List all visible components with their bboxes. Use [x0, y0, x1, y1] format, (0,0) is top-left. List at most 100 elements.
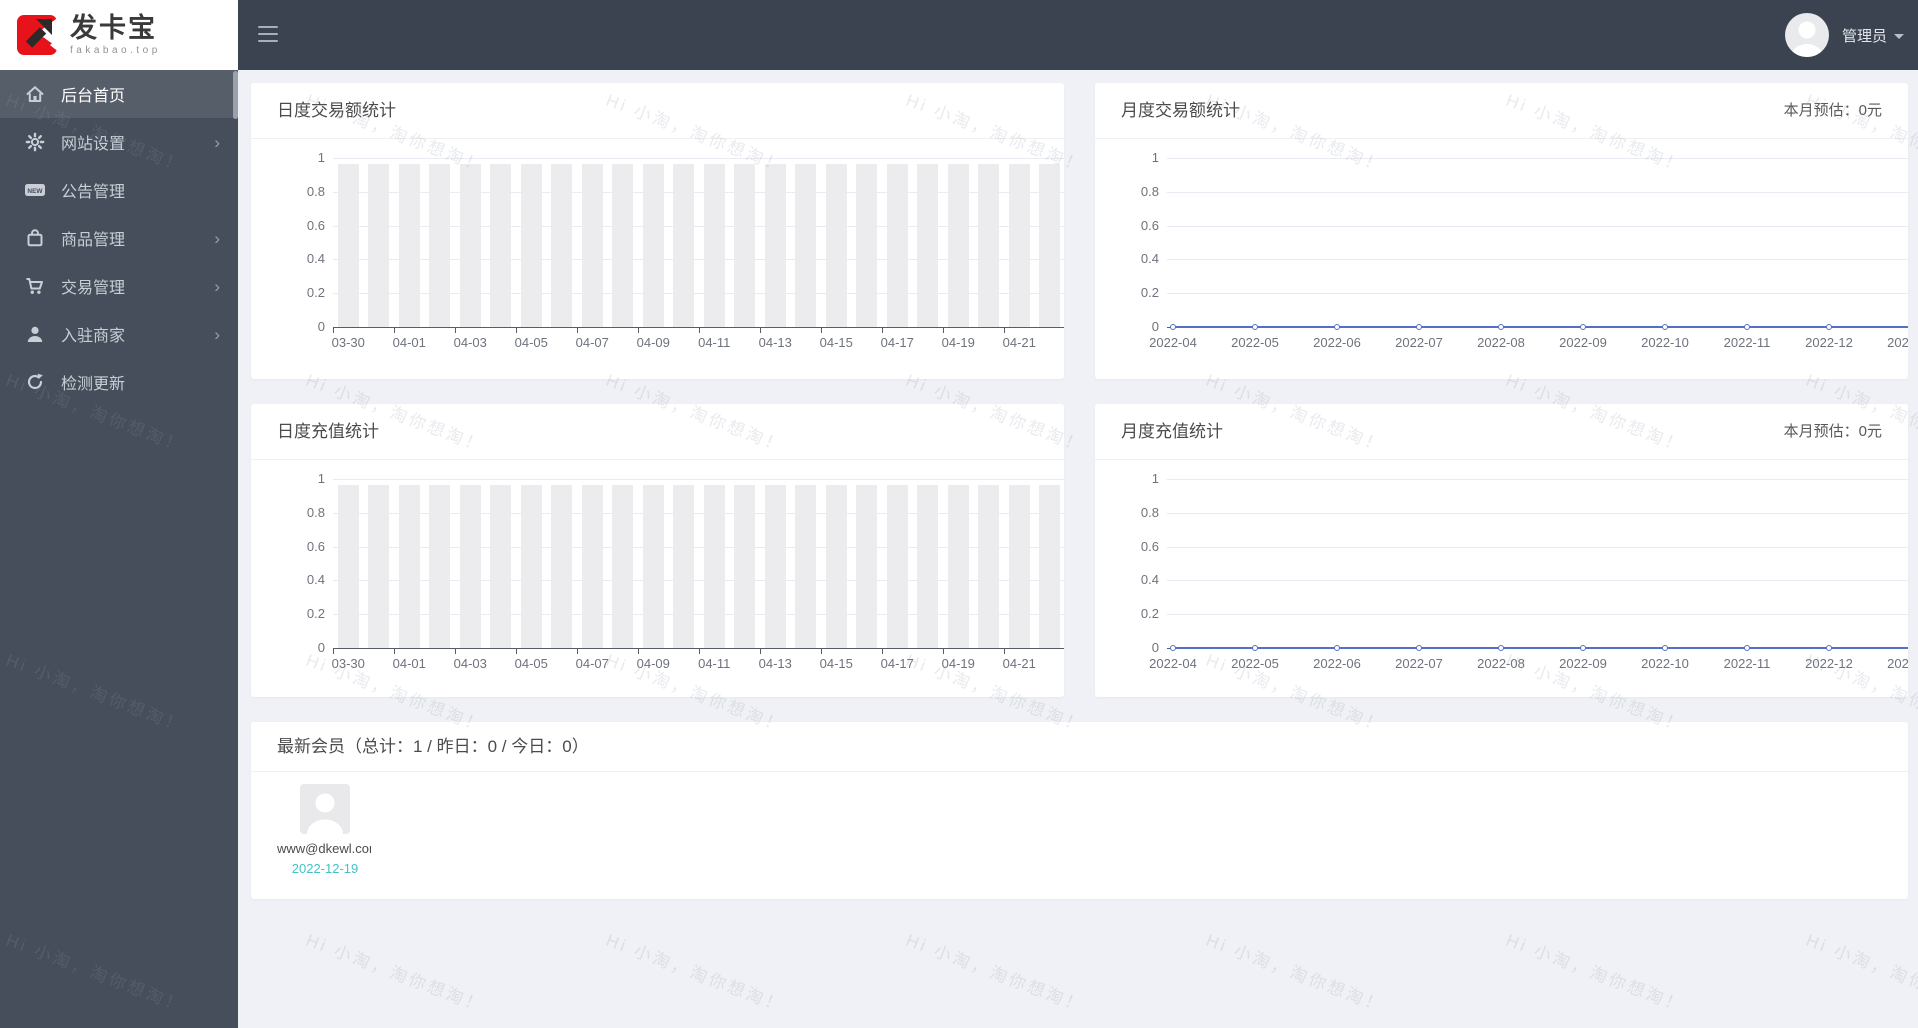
watermark-text: Hi 小淘，淘你想淘！: [903, 930, 1088, 1017]
watermark-text: Hi 小淘，淘你想淘！: [1803, 930, 1918, 1017]
month-estimate: 本月预估：0元: [1783, 423, 1882, 440]
sidebar-item-label: 公告管理: [61, 184, 126, 201]
bar-background: [947, 164, 969, 327]
sidebar-item-label: 入驻商家: [61, 328, 126, 345]
y-tick-label: 0.6: [1140, 538, 1159, 554]
sidebar-item-trades[interactable]: 交易管理 ›: [0, 262, 238, 310]
x-tick-label: 04-01: [392, 335, 426, 350]
panel-monthly-recharge: 月度充值统计 本月预估：0元 0 0.2 0.4 0.6 0.8 1 2022-04 2022…: [1095, 404, 1908, 697]
y-tick-label: 0: [1151, 640, 1159, 655]
x-tick-mark: [516, 649, 517, 654]
gridline: [1167, 225, 1908, 227]
bar-background: [429, 485, 451, 648]
data-point: [1662, 645, 1668, 651]
x-tick-label: 04-21: [1002, 335, 1036, 350]
sidebar-item-update-check[interactable]: 检测更新: [0, 358, 238, 406]
gridline: [1167, 158, 1908, 159]
x-tick-mark: [760, 649, 761, 654]
bar-background: [398, 485, 420, 648]
data-point: [1170, 645, 1176, 651]
bar-background: [1039, 164, 1061, 327]
gridline: [333, 479, 1064, 480]
series-line: [1173, 647, 1908, 649]
sidebar-item-home[interactable]: 后台首页: [0, 70, 238, 118]
bar-background: [337, 485, 359, 648]
x-tick-mark: [394, 328, 395, 333]
monthly-trade-chart: 0 0.2 0.4 0.6 0.8 1 2022-04 2022-05 2022-06 2022-…: [1095, 139, 1908, 379]
data-point: [1744, 324, 1750, 330]
user-menu[interactable]: 管理员: [1784, 0, 1904, 70]
sidebar-item-announcements[interactable]: NEW 公告管理: [0, 166, 238, 214]
x-tick-label: 04-03: [453, 335, 487, 350]
bar-background: [734, 485, 756, 648]
svg-text:NEW: NEW: [27, 188, 43, 195]
sidebar-item-merchants[interactable]: 入驻商家 ›: [0, 310, 238, 358]
bar-background: [1039, 485, 1061, 648]
x-tick-label: 04-11: [698, 656, 731, 671]
bar-background: [612, 164, 634, 327]
data-point: [1252, 324, 1258, 330]
bar-background: [1008, 164, 1030, 327]
home-icon: [24, 84, 46, 104]
x-tick-label: 04-01: [392, 656, 426, 671]
panel-monthly-trade: 月度交易额统计 本月预估：0元 0 0.2 0.4 0.6 0.8 1 2022-04 202…: [1095, 83, 1908, 379]
y-tick-label: 1: [317, 471, 325, 486]
brand-logo[interactable]: 发卡宝 fakabao.top: [0, 0, 238, 70]
y-tick-label: 0.8: [306, 183, 325, 199]
y-tick-label: 0.2: [1140, 606, 1159, 622]
series-line: [1173, 326, 1908, 328]
bar-background: [551, 485, 573, 648]
hamburger-menu-icon[interactable]: [258, 26, 278, 42]
bar-background: [886, 485, 908, 648]
new-badge-icon: NEW: [24, 180, 46, 200]
bar-background: [368, 164, 390, 327]
y-tick-label: 0.8: [1140, 504, 1159, 520]
gridline: [1167, 580, 1908, 582]
bar-background: [825, 485, 847, 648]
y-tick-label: 0.4: [1140, 572, 1159, 588]
chevron-right-icon: ›: [214, 324, 220, 344]
refresh-icon: [24, 372, 46, 392]
data-point: [1580, 645, 1586, 651]
y-tick-label: 0: [317, 640, 325, 655]
panel-daily-recharge: 日度充值统计 0 0.2 0.4 0.6 0.8 1 03-30 04-01 04-03 04-0…: [251, 404, 1064, 697]
member-email: www@dkewl.com: [277, 841, 371, 856]
x-tick-label: 2022-09: [1559, 335, 1607, 350]
sidebar-scrollbar[interactable]: [233, 71, 238, 119]
bar-background: [886, 164, 908, 327]
x-tick-label: 04-03: [453, 656, 487, 671]
x-tick-label: 2023-01: [1887, 335, 1908, 350]
sidebar: 发卡宝 fakabao.top 后台首页 网站设置 › NEW 公告管理 商品管理 › 交易管…: [0, 0, 238, 1028]
x-tick-label: 2022-06: [1313, 656, 1361, 671]
x-tick-label: 2022-08: [1477, 335, 1525, 350]
x-tick-label: 04-15: [819, 335, 853, 350]
y-tick-label: 0.2: [306, 285, 325, 301]
brand-logo-icon: [14, 12, 60, 58]
x-tick-mark: [943, 649, 944, 654]
sidebar-item-site-settings[interactable]: 网站设置 ›: [0, 118, 238, 166]
brand-name: 发卡宝: [70, 12, 157, 43]
bar-background: [551, 164, 573, 327]
daily-recharge-chart: 0 0.2 0.4 0.6 0.8 1 03-30 04-01 04-03 04-05 04-07 0…: [251, 460, 1064, 697]
x-tick-label: 04-19: [941, 656, 975, 671]
x-tick-mark: [333, 649, 334, 654]
bar-background: [825, 164, 847, 327]
sidebar-item-label: 商品管理: [61, 232, 126, 249]
bar-background: [978, 164, 1000, 327]
x-tick-mark: [638, 328, 639, 333]
bar-background: [520, 164, 542, 327]
bar-background: [734, 164, 756, 327]
panel-header: 日度交易额统计: [251, 83, 1064, 139]
bar-background: [459, 485, 481, 648]
x-tick-label: 2022-07: [1395, 335, 1443, 350]
panel-title: 最新会员（总计：1 / 昨日：0 / 今日：0）: [277, 737, 589, 756]
y-tick-label: 0.8: [306, 504, 325, 520]
x-tick-mark: [821, 649, 822, 654]
x-tick-label: 2023-01: [1887, 656, 1908, 671]
sidebar-item-products[interactable]: 商品管理 ›: [0, 214, 238, 262]
data-point: [1498, 324, 1504, 330]
bar-background: [947, 485, 969, 648]
brand-domain: fakabao.top: [70, 44, 161, 56]
watermark-text: Hi 小淘，淘你想淘！: [1203, 930, 1388, 1017]
x-tick-mark: [516, 328, 517, 333]
